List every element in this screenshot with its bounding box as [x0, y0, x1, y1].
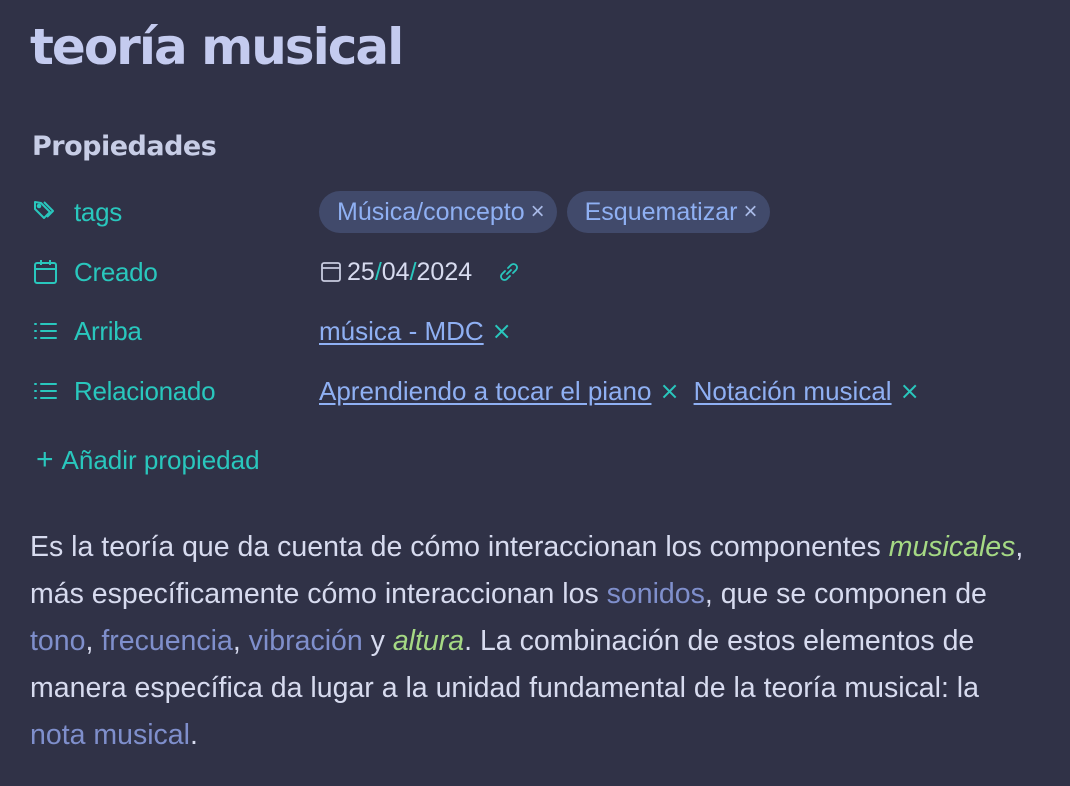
plus-icon: + [36, 443, 54, 476]
text-run: Es la teoría que da cuenta de cómo inter… [30, 531, 889, 563]
property-key-tags[interactable]: tags [32, 189, 122, 235]
date-field[interactable]: 25/04/2024 [319, 258, 472, 287]
property-key-arriba[interactable]: Arriba [32, 308, 142, 354]
properties-heading[interactable]: Propiedades [32, 128, 217, 166]
note-paragraph[interactable]: Es la teoría que da cuenta de cómo inter… [30, 524, 1040, 759]
tag-label: Esquematizar [584, 197, 738, 226]
italic-text: altura [392, 625, 465, 657]
date-separator: / [409, 257, 417, 286]
date-month: 04 [381, 257, 410, 286]
internal-link[interactable]: vibración [249, 625, 363, 657]
property-label-created: Creado [74, 256, 158, 287]
property-label-relacionado: Relacionado [74, 375, 216, 406]
tags-icon [32, 198, 60, 226]
property-value-created[interactable]: 25/04/2024 [319, 249, 522, 295]
internal-link[interactable]: nota musical [30, 719, 190, 751]
property-row-arriba: Arriba música - MDC × [32, 308, 1042, 354]
tag-label: Música/concepto [337, 197, 525, 226]
property-value-arriba: música - MDC × [319, 308, 526, 354]
text-run: y [362, 625, 393, 657]
text-run: , [85, 625, 102, 657]
calendar-icon [32, 258, 60, 286]
text-run: , que se componen de [704, 578, 987, 610]
text-run: . [190, 719, 198, 751]
internal-link[interactable]: música - MDC [319, 316, 484, 347]
internal-link[interactable]: tono [30, 625, 85, 657]
text-run: , [232, 625, 249, 657]
date-day: 25 [347, 257, 375, 286]
add-property-button[interactable]: + Añadir propiedad [36, 438, 260, 482]
list-icon [32, 377, 60, 405]
internal-link[interactable]: Notación musical [694, 376, 892, 407]
property-value-tags: Música/concepto × Esquematizar × [319, 189, 780, 235]
property-label-tags: tags [74, 196, 122, 227]
remove-link-icon[interactable]: × [900, 377, 920, 405]
property-value-relacionado: Aprendiendo a tocar el piano × Notación … [319, 368, 934, 414]
date-separator: / [374, 257, 382, 286]
tag-pill[interactable]: Esquematizar × [566, 191, 770, 233]
property-key-relacionado[interactable]: Relacionado [32, 368, 216, 414]
property-label-arriba: Arriba [74, 315, 142, 346]
date-year: 2024 [416, 257, 473, 286]
property-row-tags: tags Música/concepto × Esquematizar × [32, 189, 1042, 235]
add-property-label: Añadir propiedad [61, 444, 260, 475]
link-icon[interactable] [496, 259, 522, 285]
remove-link-icon[interactable]: × [659, 377, 679, 405]
property-row-relacionado: Relacionado Aprendiendo a tocar el piano… [32, 368, 1042, 414]
tag-pill[interactable]: Música/concepto × [319, 191, 557, 233]
internal-link[interactable]: sonidos [607, 578, 705, 610]
property-key-created[interactable]: Creado [32, 249, 158, 295]
internal-link[interactable]: Aprendiendo a tocar el piano [319, 376, 651, 407]
date-picker-icon[interactable] [319, 260, 343, 284]
list-icon [32, 317, 60, 345]
remove-link-icon[interactable]: × [492, 317, 512, 345]
italic-text: musicales [888, 531, 1016, 563]
note-title[interactable]: teoría musical [30, 14, 404, 80]
remove-tag-icon[interactable]: × [531, 198, 545, 226]
internal-link[interactable]: frecuencia [101, 625, 233, 657]
remove-tag-icon[interactable]: × [743, 198, 757, 226]
property-row-created: Creado 25/04/2024 [32, 249, 1042, 295]
